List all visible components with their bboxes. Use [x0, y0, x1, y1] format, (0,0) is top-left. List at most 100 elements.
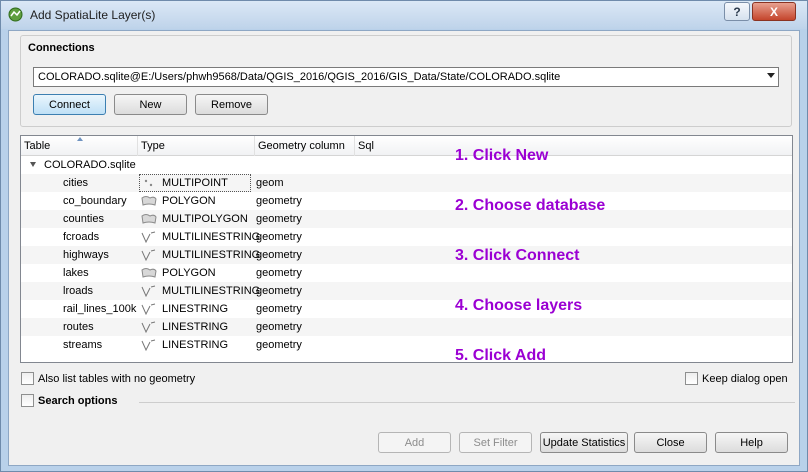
instruction-step: 5. Click Add [455, 347, 546, 364]
layer-geometry-column: geometry [256, 321, 302, 333]
layer-name: lroads [63, 285, 93, 297]
layer-name: lakes [63, 267, 89, 279]
database-name: COLORADO.sqlite [44, 159, 136, 171]
layer-geometry-column: geometry [256, 231, 302, 243]
remove-button[interactable]: Remove [195, 94, 268, 115]
chevron-down-icon[interactable] [767, 73, 775, 78]
search-options-checkbox[interactable] [21, 394, 34, 407]
layer-name: routes [63, 321, 94, 333]
layer-type-label: MULTILINESTRING [162, 285, 261, 297]
column-header-geometry[interactable]: Geometry column [255, 136, 355, 156]
title-bar[interactable]: Add SpatiaLite Layer(s) ? X [1, 1, 807, 29]
layer-type-label: MULTIPOLYGON [162, 213, 248, 225]
layer-type: LINESTRING [141, 300, 228, 318]
layer-type: LINESTRING [141, 318, 228, 336]
database-row[interactable]: COLORADO.sqlite [21, 156, 792, 174]
keep-open-checkbox[interactable] [685, 372, 698, 385]
layer-type: MULTILINESTRING [141, 228, 260, 246]
layer-geometry-column: geometry [256, 195, 302, 207]
layer-geometry-column: geometry [256, 339, 302, 351]
line-geometry-icon [141, 321, 162, 333]
dialog-body: Connections COLORADO.sqlite@E:/Users/phw… [8, 30, 800, 466]
collapse-arrow-icon[interactable] [30, 162, 36, 167]
line-geometry-icon [141, 285, 162, 297]
layer-type-label: LINESTRING [162, 321, 229, 333]
layer-geometry-column: geometry [256, 249, 302, 261]
instruction-step: 1. Click New [455, 147, 549, 164]
new-button[interactable]: New [114, 94, 187, 115]
set-filter-button[interactable]: Set Filter [459, 432, 532, 453]
layer-geometry-column: geometry [256, 303, 302, 315]
layer-type: MULTIPOLYGON [141, 210, 248, 228]
list-no-geometry-checkbox[interactable] [21, 372, 34, 385]
table-row[interactable]: streams LINESTRING geometry [21, 336, 792, 354]
line-geometry-icon [141, 339, 162, 351]
layer-geometry-column: geometry [256, 267, 302, 279]
layer-name: co_boundary [63, 195, 127, 207]
polygon-geometry-icon [141, 213, 162, 225]
table-row[interactable]: counties MULTIPOLYGON geometry [21, 210, 792, 228]
instruction-step: 4. Choose layers [455, 297, 583, 314]
layer-type-label: LINESTRING [162, 303, 229, 315]
table-row[interactable]: fcroads MULTILINESTRING geometry [21, 228, 792, 246]
line-geometry-icon [141, 249, 162, 261]
table-row[interactable]: co_boundary POLYGON geometry [21, 192, 792, 210]
layer-type: LINESTRING [141, 336, 228, 354]
layer-type: POLYGON [141, 192, 216, 210]
column-header-table[interactable]: Table [21, 136, 138, 156]
layer-name: counties [63, 213, 104, 225]
layers-table[interactable]: Table Type Geometry column Sql COLORADO.… [20, 135, 793, 363]
sort-ascending-icon [77, 137, 83, 141]
table-row[interactable]: rail_lines_100k LINESTRING geometry [21, 300, 792, 318]
title-close-button[interactable]: X [752, 2, 796, 21]
instruction-step: 3. Click Connect [455, 247, 580, 264]
layer-type-label: POLYGON [162, 195, 216, 207]
layer-type-label: MULTILINESTRING [162, 231, 261, 243]
layer-type-label: MULTILINESTRING [162, 249, 261, 261]
line-geometry-icon [141, 231, 162, 243]
layer-type: POLYGON [141, 264, 216, 282]
help-button[interactable]: Help [715, 432, 788, 453]
search-options-divider [139, 402, 795, 403]
polygon-geometry-icon [141, 267, 162, 279]
keep-open-label[interactable]: Keep dialog open [702, 373, 788, 385]
table-row[interactable]: routes LINESTRING geometry [21, 318, 792, 336]
title-help-button[interactable]: ? [724, 2, 750, 21]
layer-geometry-column: geom [256, 177, 284, 189]
layer-name: rail_lines_100k [63, 303, 137, 315]
column-header-sql[interactable]: Sql [355, 136, 792, 156]
layer-type-label: LINESTRING [162, 339, 229, 351]
connect-button[interactable]: Connect [33, 94, 106, 115]
layer-type: MULTILINESTRING [141, 246, 260, 264]
table-row[interactable]: lroads MULTILINESTRING geometry [21, 282, 792, 300]
close-button[interactable]: Close [634, 432, 707, 453]
connection-select[interactable]: COLORADO.sqlite@E:/Users/phwh9568/Data/Q… [33, 67, 779, 87]
search-options-label[interactable]: Search options [38, 395, 117, 407]
connection-select-value: COLORADO.sqlite@E:/Users/phwh9568/Data/Q… [38, 71, 561, 83]
list-no-geometry-label[interactable]: Also list tables with no geometry [38, 373, 195, 385]
layer-name: highways [63, 249, 109, 261]
update-statistics-button[interactable]: Update Statistics [540, 432, 628, 453]
layer-name: cities [63, 177, 89, 189]
layer-type-label: POLYGON [162, 267, 216, 279]
layer-type: MULTILINESTRING [141, 282, 260, 300]
polygon-geometry-icon [141, 195, 162, 207]
table-row[interactable]: highways MULTILINESTRING geometry [21, 246, 792, 264]
column-header-label: Table [24, 140, 51, 152]
column-header-type[interactable]: Type [138, 136, 255, 156]
layer-geometry-column: geometry [256, 285, 302, 297]
spatialite-app-icon [8, 7, 23, 22]
table-row[interactable]: lakes POLYGON geometry [21, 264, 792, 282]
layer-geometry-column: geometry [256, 213, 302, 225]
table-header: Table Type Geometry column Sql [21, 136, 792, 156]
connections-group-title: Connections [28, 42, 99, 54]
instruction-step: 2. Choose database [455, 197, 606, 214]
line-geometry-icon [141, 303, 162, 315]
window-title: Add SpatiaLite Layer(s) [30, 8, 156, 22]
add-button[interactable]: Add [378, 432, 451, 453]
layer-name: fcroads [63, 231, 100, 243]
focus-outline [139, 174, 251, 192]
layer-name: streams [63, 339, 103, 351]
table-row[interactable]: cities MULTIPOINT geom [21, 174, 792, 192]
dialog-window: Add SpatiaLite Layer(s) ? X Connections … [0, 0, 808, 472]
